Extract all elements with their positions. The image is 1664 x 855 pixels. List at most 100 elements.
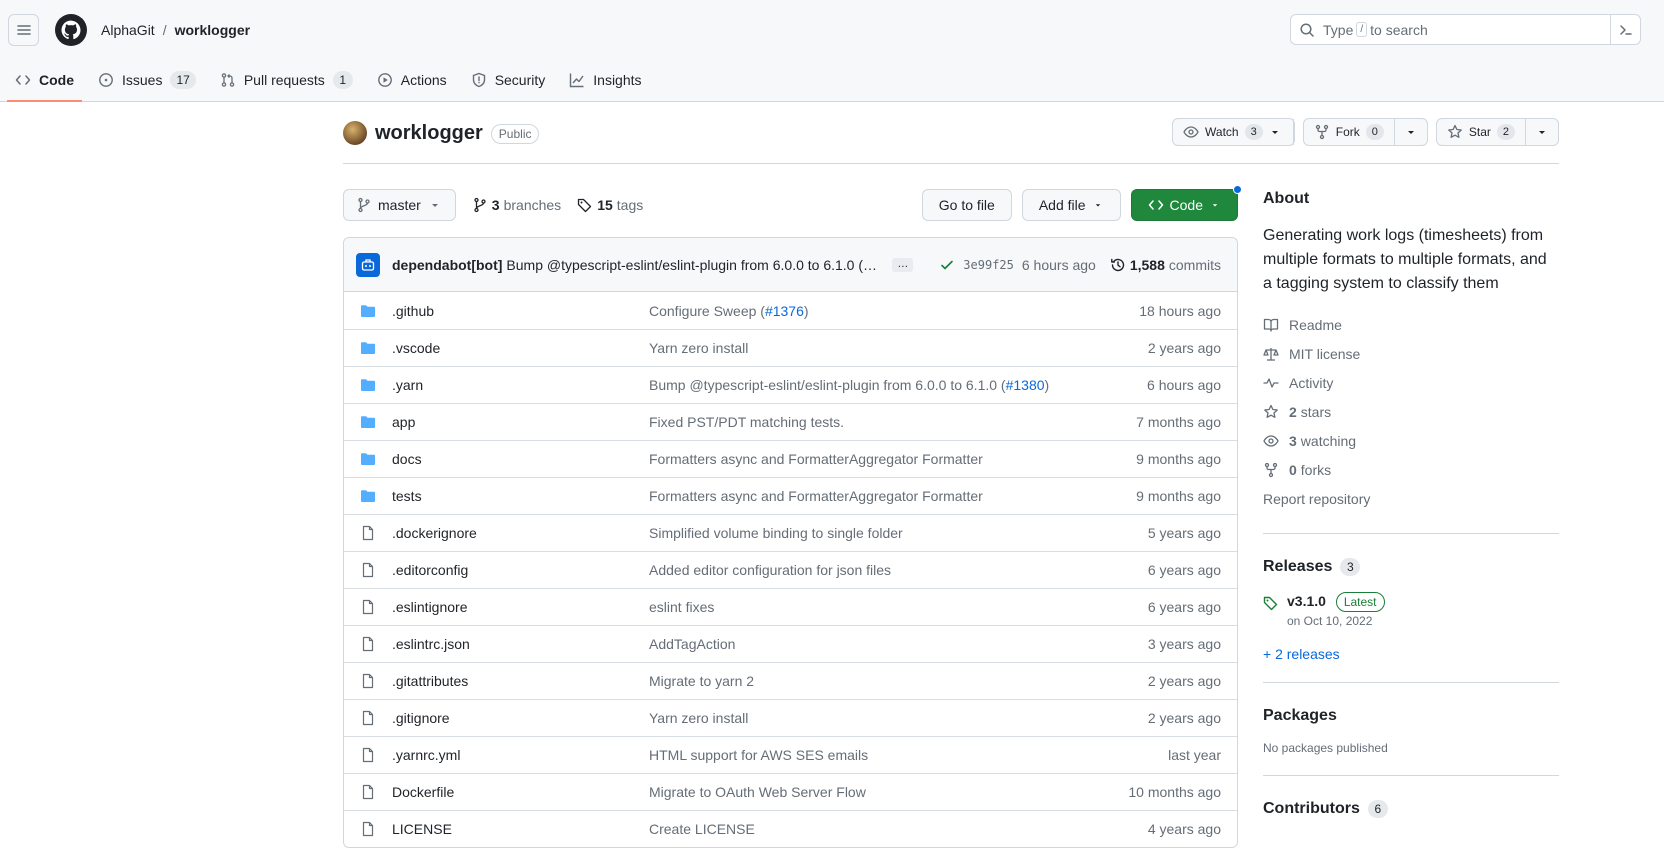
- activity-link[interactable]: Activity: [1263, 368, 1559, 397]
- check-icon[interactable]: [939, 257, 955, 273]
- table-row[interactable]: .editorconfig Added editor configuration …: [344, 551, 1237, 588]
- file-name-link[interactable]: .dockerignore: [392, 525, 649, 541]
- book-icon: [1263, 318, 1279, 332]
- table-row[interactable]: .gitignore Yarn zero install 2 years ago: [344, 699, 1237, 736]
- table-row[interactable]: Dockerfile Migrate to OAuth Web Server Fl…: [344, 773, 1237, 810]
- search-input[interactable]: Type / to search: [1290, 14, 1641, 45]
- file-commit-message[interactable]: Create LICENSE: [649, 821, 1148, 837]
- report-repository-link[interactable]: Report repository: [1263, 484, 1559, 513]
- file-name-link[interactable]: .yarnrc.yml: [392, 747, 649, 763]
- latest-release[interactable]: v3.1.0 Latest on Oct 10, 2022: [1263, 592, 1559, 628]
- releases-heading[interactable]: Releases 3: [1263, 558, 1559, 576]
- branch-select-button[interactable]: master: [343, 188, 456, 221]
- license-label: MIT license: [1289, 345, 1361, 362]
- tags-link[interactable]: 15 tags: [577, 197, 643, 213]
- tab-insights[interactable]: Insights: [561, 59, 649, 101]
- fork-dropdown-button[interactable]: [1395, 119, 1427, 145]
- avatar[interactable]: [343, 121, 367, 145]
- table-row[interactable]: LICENSE Create LICENSE 4 years ago: [344, 810, 1237, 847]
- commit-sha-link[interactable]: 3e99f25: [963, 258, 1014, 272]
- about-sidebar: About Generating work logs (timesheets) …: [1263, 190, 1559, 834]
- file-name-link[interactable]: .gitignore: [392, 710, 649, 726]
- watching-link[interactable]: 3 watching: [1263, 426, 1559, 455]
- repo-title[interactable]: worklogger: [375, 118, 483, 148]
- file-name-link[interactable]: docs: [392, 451, 649, 467]
- file-name-link[interactable]: .gitattributes: [392, 673, 649, 689]
- table-row[interactable]: .yarn Bump @typescript-eslint/eslint-plug…: [344, 366, 1237, 403]
- tab-issues[interactable]: Issues 17: [90, 59, 204, 101]
- stars-count: 2: [1289, 403, 1297, 420]
- file-name-link[interactable]: .editorconfig: [392, 562, 649, 578]
- more-releases-link[interactable]: + 2 releases: [1263, 646, 1340, 662]
- commit-author-link[interactable]: dependabot[bot]: [392, 257, 502, 273]
- file-commit-message[interactable]: Simplified volume binding to single fold…: [649, 525, 1148, 541]
- file-commit-message[interactable]: HTML support for AWS SES emails: [649, 747, 1168, 763]
- file-icon: [360, 710, 376, 726]
- table-row[interactable]: .dockerignore Simplified volume binding t…: [344, 514, 1237, 551]
- release-tag[interactable]: v3.1.0: [1287, 593, 1326, 609]
- contributors-heading[interactable]: Contributors 6: [1263, 800, 1559, 818]
- table-row[interactable]: tests Formatters async and FormatterAggre…: [344, 477, 1237, 514]
- file-name-link[interactable]: .eslintrc.json: [392, 636, 649, 652]
- tab-security[interactable]: Security: [463, 59, 554, 101]
- table-row[interactable]: .yarnrc.yml HTML support for AWS SES emai…: [344, 736, 1237, 773]
- table-row[interactable]: .vscode Yarn zero install 2 years ago: [344, 329, 1237, 366]
- file-name-link[interactable]: Dockerfile: [392, 784, 649, 800]
- file-name-link[interactable]: .vscode: [392, 340, 649, 356]
- watch-button[interactable]: Watch 3: [1173, 119, 1294, 145]
- license-link[interactable]: MIT license: [1263, 339, 1559, 368]
- file-commit-message[interactable]: eslint fixes: [649, 599, 1148, 615]
- pull-request-link[interactable]: #1380: [1006, 377, 1045, 393]
- packages-heading[interactable]: Packages: [1263, 707, 1559, 725]
- command-palette-button[interactable]: [1610, 15, 1640, 44]
- fork-button[interactable]: Fork 0: [1304, 119, 1395, 145]
- file-name-link[interactable]: .yarn: [392, 377, 649, 393]
- go-to-file-button[interactable]: Go to file: [921, 188, 1012, 221]
- table-row[interactable]: app Fixed PST/PDT matching tests. 7 months…: [344, 403, 1237, 440]
- stars-link[interactable]: 2 stars: [1263, 397, 1559, 426]
- table-row[interactable]: .eslintrc.json AddTagAction 3 years ago: [344, 625, 1237, 662]
- file-commit-message[interactable]: Migrate to OAuth Web Server Flow: [649, 784, 1128, 800]
- file-commit-message[interactable]: Added editor configuration for json file…: [649, 562, 1148, 578]
- file-name-link[interactable]: app: [392, 414, 649, 430]
- file-name-link[interactable]: .eslintignore: [392, 599, 649, 615]
- file-commit-message[interactable]: Migrate to yarn 2: [649, 673, 1148, 689]
- file-commit-message[interactable]: Bump @typescript-eslint/eslint-plugin fr…: [649, 377, 1147, 393]
- pull-request-link[interactable]: #1376: [765, 303, 804, 319]
- table-row[interactable]: docs Formatters async and FormatterAggreg…: [344, 440, 1237, 477]
- file-name-link[interactable]: tests: [392, 488, 649, 504]
- file-name-link[interactable]: LICENSE: [392, 821, 649, 837]
- file-commit-message[interactable]: Yarn zero install: [649, 340, 1148, 356]
- file-commit-date: 3 years ago: [1147, 636, 1221, 652]
- table-row[interactable]: .gitattributes Migrate to yarn 2 2 years a…: [344, 662, 1237, 699]
- dependabot-icon: [361, 258, 375, 271]
- owner-link[interactable]: AlphaGit: [101, 22, 155, 38]
- star-button[interactable]: Star 2: [1437, 119, 1526, 145]
- add-file-button[interactable]: Add file: [1021, 188, 1121, 221]
- hamburger-menu-button[interactable]: [8, 14, 39, 46]
- forks-link[interactable]: 0 forks: [1263, 455, 1559, 484]
- tab-actions[interactable]: Actions: [369, 59, 455, 101]
- tab-code[interactable]: Code: [7, 59, 82, 102]
- commit-message-link[interactable]: Bump @typescript-eslint/eslint-plugin fr…: [506, 257, 878, 273]
- readme-link[interactable]: Readme: [1263, 310, 1559, 339]
- table-row[interactable]: .github Configure Sweep (#1376) 18 hours a…: [344, 292, 1237, 329]
- git-branch-icon: [474, 197, 486, 212]
- expand-commit-button[interactable]: …: [892, 257, 914, 272]
- file-commit-message[interactable]: AddTagAction: [649, 636, 1148, 652]
- table-row[interactable]: .eslintignore eslint fixes 6 years ago: [344, 588, 1237, 625]
- commits-history-link[interactable]: 1,588 commits: [1110, 257, 1221, 273]
- repo-link[interactable]: worklogger: [175, 22, 250, 38]
- file-commit-message[interactable]: Formatters async and FormatterAggregator…: [649, 488, 1136, 504]
- file-commit-message[interactable]: Fixed PST/PDT matching tests.: [649, 414, 1136, 430]
- github-logo-icon[interactable]: [55, 14, 87, 46]
- tab-pull-requests[interactable]: Pull requests 1: [212, 59, 361, 101]
- star-dropdown-button[interactable]: [1526, 119, 1558, 145]
- file-commit-message[interactable]: Formatters async and FormatterAggregator…: [649, 451, 1136, 467]
- code-button[interactable]: Code: [1130, 184, 1242, 221]
- file-commit-message[interactable]: Configure Sweep (#1376): [649, 303, 1139, 319]
- file-commit-message[interactable]: Yarn zero install: [649, 710, 1148, 726]
- dependabot-avatar[interactable]: [356, 252, 380, 277]
- file-name-link[interactable]: .github: [392, 303, 649, 319]
- branches-link[interactable]: 3 branches: [472, 197, 561, 213]
